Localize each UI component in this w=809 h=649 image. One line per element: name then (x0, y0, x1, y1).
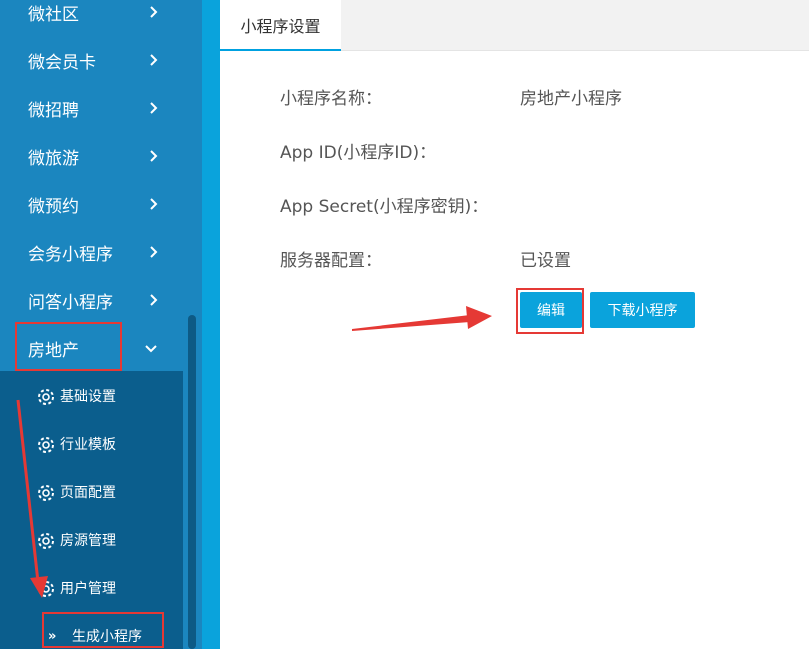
highlight-box-real-estate (15, 322, 122, 371)
sidebar-item-label: 微招聘 (28, 100, 79, 121)
download-button[interactable]: 下载小程序 (590, 292, 695, 328)
submenu-item-label: 行业模板 (60, 437, 116, 453)
chevron-right-icon (149, 180, 158, 228)
sidebar-item-label: 微社区 (28, 4, 79, 25)
highlight-box-generate (42, 612, 164, 648)
gear-icon (38, 533, 54, 549)
sidebar-item-qa[interactable]: 问答小程序 (0, 276, 183, 324)
sidebar-item-label: 微旅游 (28, 148, 79, 169)
gear-icon (38, 485, 54, 501)
chevron-right-icon (149, 36, 158, 84)
server-value: 已设置 (520, 251, 571, 271)
name-value: 房地产小程序 (520, 89, 622, 109)
sidebar-item-member-card[interactable]: 微会员卡 (0, 36, 183, 84)
sidebar-item-wei-community[interactable]: 微社区 (0, 0, 183, 36)
sidebar-item-label: 会务小程序 (28, 244, 113, 265)
sidebar-item-recruit[interactable]: 微招聘 (0, 84, 183, 132)
gear-icon (38, 581, 54, 597)
tab-miniprogram-settings[interactable]: 小程序设置 (220, 0, 341, 51)
chevron-down-icon (144, 324, 158, 372)
chevron-right-icon (149, 84, 158, 132)
submenu-item-basic-settings[interactable]: 基础设置 (0, 372, 183, 420)
highlight-box-edit (516, 288, 584, 334)
chevron-right-icon (149, 276, 158, 324)
submenu-item-templates[interactable]: 行业模板 (0, 420, 183, 468)
appid-label: App ID(小程序ID)： (280, 143, 437, 163)
submenu-item-label: 房源管理 (60, 533, 116, 549)
sidebar-item-booking[interactable]: 微预约 (0, 180, 183, 228)
secret-label: App Secret(小程序密钥)： (280, 197, 489, 217)
tab-bar: 小程序设置 (220, 0, 809, 51)
submenu-item-label: 用户管理 (60, 581, 116, 597)
chevron-right-icon (149, 0, 158, 36)
real-estate-submenu: 基础设置 行业模板 页面配置 房源管理 用户管理 » 生成小程序 (0, 371, 183, 649)
sidebar-item-label: 微预约 (28, 196, 79, 217)
gear-icon (38, 437, 54, 453)
submenu-item-label: 基础设置 (60, 389, 116, 405)
gear-icon (38, 389, 54, 405)
server-label: 服务器配置： (280, 251, 382, 271)
chevron-right-icon (149, 228, 158, 276)
sidebar-item-conference[interactable]: 会务小程序 (0, 228, 183, 276)
sidebar-item-label: 微会员卡 (28, 52, 96, 73)
sidebar-item-label: 问答小程序 (28, 292, 113, 313)
sidebar-item-travel[interactable]: 微旅游 (0, 132, 183, 180)
submenu-item-users[interactable]: 用户管理 (0, 564, 183, 612)
submenu-item-listings[interactable]: 房源管理 (0, 516, 183, 564)
name-label: 小程序名称： (280, 89, 382, 109)
chevron-right-icon (149, 132, 158, 180)
submenu-item-page-config[interactable]: 页面配置 (0, 468, 183, 516)
submenu-item-label: 页面配置 (60, 485, 116, 501)
main-content: 小程序设置 小程序名称： 房地产小程序 App ID(小程序ID)： App S… (220, 0, 809, 649)
divider-strip (202, 0, 220, 649)
sidebar-scrollbar-thumb[interactable] (188, 315, 196, 649)
